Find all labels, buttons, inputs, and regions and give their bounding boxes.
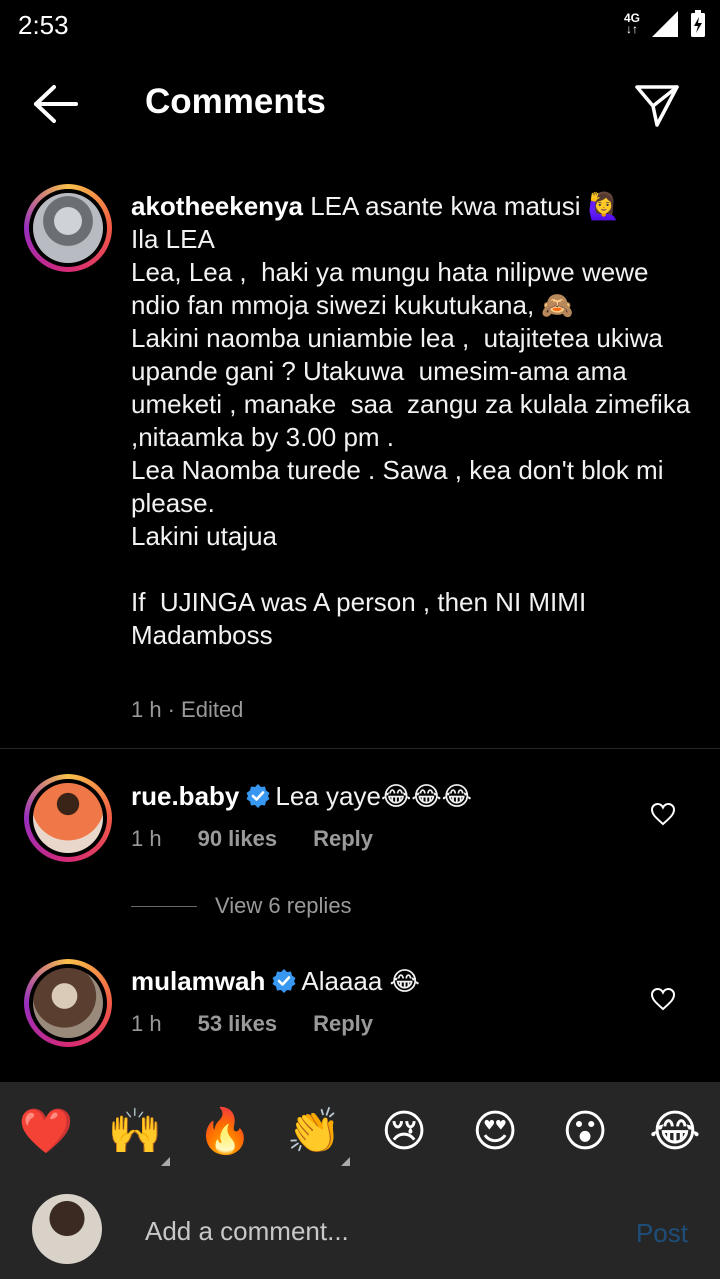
avatar[interactable] bbox=[24, 774, 112, 862]
status-icons: 4G ↓↑ bbox=[624, 10, 706, 38]
comment-meta: 1 h · Edited bbox=[131, 697, 279, 723]
status-bar: 2:53 4G ↓↑ bbox=[0, 0, 720, 50]
heart-icon[interactable] bbox=[650, 802, 676, 826]
emoji-crying-button[interactable]: 😢 bbox=[376, 1104, 432, 1160]
comment-time: 1 h bbox=[131, 697, 162, 722]
comment-text: Lea yaye😂😂😂 bbox=[275, 781, 473, 811]
signal-icon bbox=[652, 11, 678, 37]
avatar[interactable] bbox=[24, 184, 112, 272]
comment-time: 1 h bbox=[131, 826, 162, 851]
view-replies-button[interactable]: View 6 replies bbox=[131, 893, 352, 919]
battery-icon bbox=[691, 10, 705, 37]
verified-badge-icon bbox=[246, 784, 270, 808]
skin-tone-indicator-icon bbox=[341, 1157, 350, 1166]
comment-body: akotheekenya LEA asante kwa matusi 🙋‍♀️ … bbox=[131, 190, 691, 652]
comment-text: Alaaaa 😂 bbox=[301, 966, 420, 996]
post-button[interactable]: Post bbox=[636, 1218, 688, 1249]
comment-composer: ❤️ 🙌 🔥 👏 😢 😍 😮 😂 Add a comment... Post bbox=[0, 1082, 720, 1279]
likes-count[interactable]: 90 likes bbox=[198, 826, 278, 851]
divider bbox=[0, 748, 720, 749]
emoji-fire-button[interactable]: 🔥 bbox=[197, 1104, 253, 1160]
comment-username[interactable]: rue.baby bbox=[131, 781, 239, 811]
page-title: Comments bbox=[145, 82, 326, 121]
emoji-laughing-button[interactable]: 😂 bbox=[647, 1104, 703, 1160]
comment-meta: 1 h 90 likes Reply bbox=[131, 826, 409, 852]
view-replies-label: View 6 replies bbox=[215, 893, 352, 918]
avatar[interactable] bbox=[24, 959, 112, 1047]
likes-count[interactable]: 53 likes bbox=[198, 1011, 278, 1036]
verified-badge-icon bbox=[272, 969, 296, 993]
emoji-surprised-button[interactable]: 😮 bbox=[557, 1104, 613, 1160]
arrow-left-icon[interactable] bbox=[32, 84, 80, 124]
comment-username[interactable]: mulamwah bbox=[131, 966, 265, 996]
avatar bbox=[32, 1194, 102, 1264]
comment-input[interactable]: Add a comment... bbox=[145, 1216, 349, 1247]
heart-icon[interactable] bbox=[650, 987, 676, 1011]
emoji-clap-button[interactable]: 👏 bbox=[286, 1104, 342, 1160]
paper-plane-icon[interactable] bbox=[634, 82, 680, 128]
emoji-heart-eyes-button[interactable]: 😍 bbox=[467, 1104, 523, 1160]
header: Comments bbox=[0, 60, 720, 150]
skin-tone-indicator-icon bbox=[161, 1157, 170, 1166]
comment-body: mulamwah Alaaaa 😂 bbox=[131, 965, 420, 998]
edited-label: · Edited bbox=[167, 697, 244, 722]
replies-line bbox=[131, 905, 197, 907]
emoji-raised-hands-button[interactable]: 🙌 bbox=[107, 1104, 163, 1160]
reaction-bar: ❤️ 🙌 🔥 👏 😢 😍 😮 😂 bbox=[0, 1104, 720, 1166]
network-indicator: 4G ↓↑ bbox=[623, 11, 640, 36]
reply-button[interactable]: Reply bbox=[313, 826, 373, 851]
emoji-heart-button[interactable]: ❤️ bbox=[18, 1104, 74, 1160]
comment-username[interactable]: akotheekenya bbox=[131, 191, 303, 221]
reply-button[interactable]: Reply bbox=[313, 1011, 373, 1036]
comment-body: rue.baby Lea yaye😂😂😂 bbox=[131, 780, 472, 813]
comment-meta: 1 h 53 likes Reply bbox=[131, 1011, 409, 1037]
comment-text: LEA asante kwa matusi 🙋‍♀️ Ila LEA Lea, … bbox=[131, 191, 691, 650]
comment-time: 1 h bbox=[131, 1011, 162, 1036]
status-time: 2:53 bbox=[18, 10, 69, 40]
